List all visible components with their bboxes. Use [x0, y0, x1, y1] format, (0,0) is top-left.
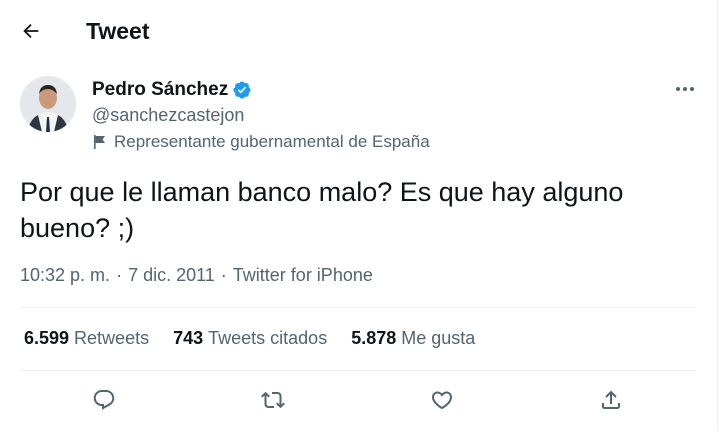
government-label-text: Representante gubernamental de España: [114, 132, 430, 151]
more-options-icon: [676, 87, 694, 91]
like-button[interactable]: [428, 386, 456, 414]
tweet-text: Por que le llaman banco malo? Es que hay…: [20, 177, 624, 243]
retweets-stat[interactable]: 6.599 Retweets: [24, 326, 149, 350]
tweet-time[interactable]: 10:32 p. m.: [20, 262, 110, 288]
quote-tweets-count: 743: [173, 328, 204, 348]
likes-label: Me gusta: [401, 328, 476, 348]
engagement-stats: 6.599 Retweets 743 Tweets citados 5.878 …: [24, 326, 499, 350]
author-name-row[interactable]: Pedro Sánchez: [92, 78, 252, 102]
top-bar: Tweet: [0, 0, 720, 62]
tweet-meta: 10:32 p. m. · 7 dic. 2011 · Twitter for …: [20, 262, 373, 288]
tweet-source[interactable]: Twitter for iPhone: [233, 262, 373, 288]
divider: [20, 370, 696, 371]
arrow-left-icon: [23, 23, 39, 39]
government-label[interactable]: Representante gubernamental de España: [92, 130, 430, 154]
heart-icon: [431, 391, 453, 410]
likes-stat[interactable]: 5.878 Me gusta: [351, 326, 475, 350]
retweet-icon: [261, 391, 285, 409]
tweet-date[interactable]: 7 dic. 2011: [128, 262, 215, 288]
more-options-button[interactable]: [670, 78, 700, 100]
quote-tweets-stat[interactable]: 743 Tweets citados: [173, 326, 327, 350]
meta-separator: ·: [116, 265, 123, 285]
retweet-button[interactable]: [259, 386, 287, 414]
author-name[interactable]: Pedro Sánchez: [92, 78, 228, 102]
author-handle[interactable]: @sanchezcastejon: [92, 103, 244, 127]
share-button[interactable]: [597, 386, 625, 414]
retweets-count: 6.599: [24, 328, 70, 348]
reply-button[interactable]: [90, 386, 118, 414]
meta-separator: ·: [220, 265, 227, 285]
likes-count: 5.878: [351, 328, 397, 348]
column-border: [717, 0, 718, 431]
tweet-actions: [0, 380, 720, 420]
back-button[interactable]: [16, 16, 46, 46]
quote-tweets-label: Tweets citados: [208, 328, 328, 348]
divider: [20, 307, 696, 308]
page-title: Tweet: [86, 18, 150, 44]
flag-icon: [94, 135, 105, 149]
share-icon: [602, 390, 620, 409]
verified-badge-icon: [232, 80, 252, 100]
reply-icon: [93, 390, 115, 410]
retweets-label: Retweets: [74, 328, 150, 348]
avatar[interactable]: [20, 76, 76, 132]
